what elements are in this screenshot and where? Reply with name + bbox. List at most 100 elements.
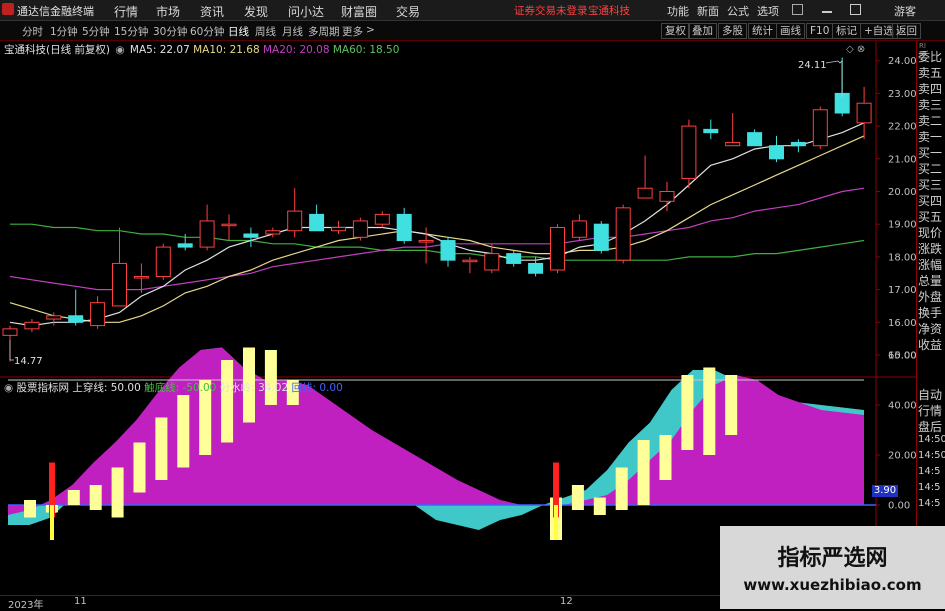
- indicator-header: ◉ 股票指标网 上穿线: 50.00 触底线: -50.00 分水岭: 34.0…: [4, 380, 343, 395]
- candle-body: [593, 223, 609, 251]
- low-price-label: 14.77: [14, 356, 43, 367]
- candle-body: [790, 141, 806, 147]
- candle-body: [90, 302, 106, 327]
- price-tick-label: 17.00: [888, 285, 917, 296]
- toolbar-draw-button[interactable]: 画线: [776, 23, 805, 39]
- period-monthly[interactable]: 月线: [282, 24, 303, 39]
- price-tick-label: 18.00: [888, 252, 917, 263]
- toolbar-overlay-button[interactable]: 叠加: [688, 23, 717, 39]
- period-multi[interactable]: 多周期: [308, 24, 340, 39]
- app-logo-icon: [2, 3, 14, 15]
- side-panel-label: 14:50: [918, 434, 945, 445]
- menu-formula[interactable]: 公式: [727, 3, 749, 19]
- chevron-right-icon[interactable]: >: [366, 24, 375, 36]
- candle-body: [703, 128, 719, 134]
- side-panel-label: 买二: [918, 162, 943, 176]
- side-panel-label: 外盘: [918, 290, 943, 304]
- candle-body: [462, 259, 478, 263]
- side-panel-label: 卖三: [918, 98, 943, 112]
- period-weekly[interactable]: 周线: [255, 24, 276, 39]
- price-tick-label: 19.00: [888, 220, 917, 231]
- menu-function[interactable]: 功能: [667, 3, 689, 19]
- chart-config-icons[interactable]: ◇ ⊗: [846, 44, 865, 55]
- period-1min[interactable]: 1分钟: [50, 24, 78, 39]
- period-60min[interactable]: 60分钟: [190, 24, 224, 39]
- candle-body: [112, 262, 127, 307]
- side-panel-label: 14:50: [918, 450, 945, 461]
- indicator-yellow-bar: [593, 497, 606, 515]
- period-daily[interactable]: 日线: [228, 24, 249, 39]
- menu-item-ask[interactable]: 问小达: [288, 3, 324, 20]
- candle-body: [265, 230, 281, 235]
- main-chart-background: [0, 41, 918, 377]
- period-15min[interactable]: 15分钟: [114, 24, 148, 39]
- indicator-signal-tail: [554, 505, 558, 540]
- menu-options[interactable]: 选项: [757, 3, 779, 19]
- side-panel-label: 买四: [918, 194, 943, 208]
- side-panel-label: 净资: [918, 322, 943, 336]
- settings-circle-icon[interactable]: ◉: [115, 44, 124, 56]
- indicator-yellow-bar: [659, 435, 672, 480]
- side-panel-label: 卖四: [918, 82, 943, 96]
- menu-item-wealth[interactable]: 财富圈: [341, 3, 377, 20]
- toolbar-adjust-button[interactable]: 复权: [661, 23, 690, 39]
- indicator-bottom-line-label: 触底线: -50.00: [144, 382, 217, 394]
- candle-body: [681, 125, 697, 179]
- ma5-label: MA5: 22.07: [129, 44, 190, 56]
- guest-user[interactable]: 游客: [894, 3, 916, 19]
- candle-body: [309, 213, 325, 232]
- watermark-url: www.xuezhibiao.com: [743, 576, 922, 594]
- indicator-tick-label: 0.00: [888, 501, 910, 512]
- period-toolbar: 分时 1分钟 5分钟 15分钟 30分钟 60分钟 日线 周线 月线 多周期 更…: [0, 21, 945, 41]
- toolbar-mark-button[interactable]: 标记: [832, 23, 861, 39]
- indicator-signal-tail: [50, 505, 54, 540]
- period-more[interactable]: 更多: [342, 24, 363, 39]
- menu-item-quotes[interactable]: 行情: [114, 3, 138, 20]
- ma20-label: MA20: 20.08: [262, 44, 330, 56]
- candle-body: [812, 109, 828, 147]
- indicator-watershed-label: 分水岭: 34.02: [219, 382, 289, 394]
- period-5min[interactable]: 5分钟: [82, 24, 110, 39]
- side-panel-label: 14:5: [918, 466, 941, 477]
- watermark-banner: 指标严选网 www.xuezhibiao.com: [720, 526, 945, 609]
- candle-body: [2, 328, 18, 336]
- login-notice[interactable]: 证券交易未登录: [514, 3, 588, 18]
- menu-item-market[interactable]: 市场: [156, 3, 180, 20]
- toolbar-f10-button[interactable]: F10: [806, 23, 834, 39]
- menu-item-trade[interactable]: 交易: [396, 3, 420, 20]
- menu-item-news[interactable]: 资讯: [200, 3, 224, 20]
- candle-body: [68, 315, 84, 323]
- price-tick-label: 22.00: [888, 122, 917, 133]
- candle-body: [287, 210, 303, 232]
- kline-chart-area[interactable]: 24.00 23.00 22.00 21.00 20.00 19.00 18.00 17.00…: [0, 41, 918, 609]
- toolbar-multi-stock-button[interactable]: 多股: [718, 23, 747, 39]
- indicator-yellow-bar: [111, 467, 124, 518]
- maximize-icon[interactable]: [850, 4, 861, 15]
- window-icon[interactable]: [792, 4, 803, 15]
- candle-body: [133, 276, 149, 279]
- ma10-label: MA10: 21.68: [193, 44, 260, 56]
- side-panel-label: 行情: [918, 404, 943, 418]
- minimize-icon[interactable]: [822, 11, 832, 13]
- price-tick-label: 21.00: [888, 154, 917, 165]
- price-tick-label: 23.00: [888, 89, 917, 100]
- indicator-yellow-bar: [681, 375, 694, 450]
- candle-body: [769, 145, 784, 160]
- candle-body: [659, 191, 675, 202]
- toolbar-back-button[interactable]: 返回: [892, 23, 921, 39]
- side-panel-label: 买三: [918, 178, 943, 192]
- side-panel-label: 委比: [918, 50, 943, 64]
- indicator-yellow-bar: [67, 490, 80, 505]
- side-panel-label: 14:5: [918, 482, 941, 493]
- indicator-yellow-bar: [703, 367, 716, 455]
- side-panel-label: 收益: [918, 338, 943, 352]
- indicator-settings-icon[interactable]: ◉: [4, 382, 13, 394]
- indicator-tick-label: 40.00: [888, 401, 917, 412]
- menu-item-discover[interactable]: 发现: [244, 3, 268, 20]
- period-timeshare[interactable]: 分时: [22, 24, 43, 39]
- period-30min[interactable]: 30分钟: [153, 24, 187, 39]
- toolbar-stats-button[interactable]: 统计: [748, 23, 777, 39]
- side-panel-label: 盘后: [918, 420, 943, 434]
- menu-new-layout[interactable]: 新面: [697, 3, 719, 19]
- indicator-upper-line-label: 上穿线: 50.00: [72, 382, 141, 394]
